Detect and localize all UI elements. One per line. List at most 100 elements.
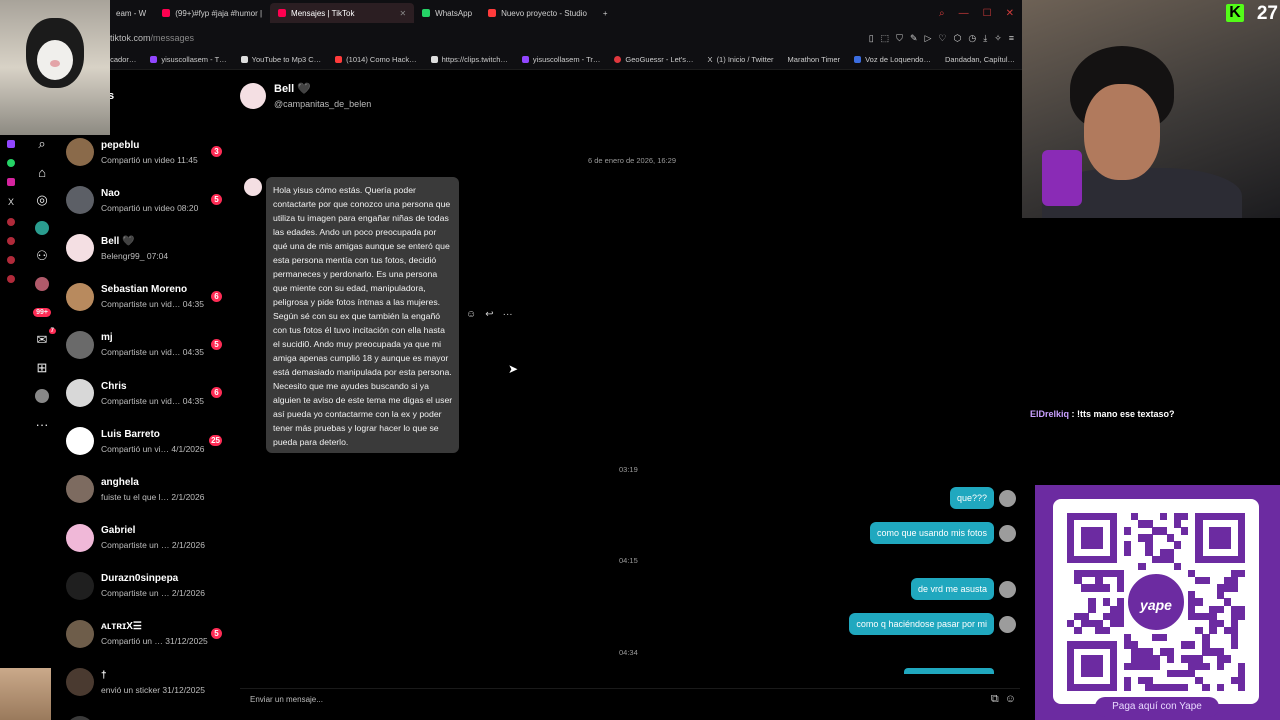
new-tab-button[interactable]: + — [595, 3, 616, 23]
clock-icon[interactable] — [7, 237, 15, 245]
conversation-preview: Compartió un … 31/12/2025 — [101, 636, 208, 647]
close-window-icon[interactable]: ✕ — [1006, 8, 1014, 19]
react-icon[interactable]: ☺ — [466, 309, 476, 320]
conversation-preview: Compartiste un vid… 04:35 — [101, 395, 204, 406]
qr-module — [1088, 534, 1096, 542]
avatar — [66, 282, 94, 311]
extensions-icon[interactable]: ⬡ — [953, 33, 961, 44]
qr-module — [1138, 520, 1146, 528]
download-icon[interactable]: ⤓ — [983, 33, 987, 44]
qr-module — [1102, 683, 1110, 692]
tab-whatsapp[interactable]: WhatsApp — [414, 3, 480, 23]
maximize-icon[interactable]: ☐ — [983, 8, 992, 19]
qr-module — [1095, 619, 1103, 628]
following-icon[interactable]: ⚇ — [26, 242, 58, 270]
incoming-message[interactable]: Hola yisus cómo estás. Quería poder cont… — [266, 177, 459, 453]
conversation-name: pepeblu — [101, 139, 140, 151]
instagram-icon[interactable] — [7, 178, 15, 186]
conversation-item[interactable]: ᴀʟᴛʀɪX☰ Compartió un … 31/12/2025 5 — [66, 610, 226, 658]
qr-module — [1102, 569, 1110, 578]
avatar[interactable] — [244, 178, 262, 196]
bookmark-item[interactable]: X (1) Inicio / Twitter — [701, 55, 781, 64]
conversation-item[interactable]: Kiki_inji — [66, 706, 226, 720]
qr-module — [1109, 513, 1118, 521]
sticker-icon[interactable]: ⧉ — [991, 693, 999, 706]
qr-module — [1088, 669, 1096, 678]
qr-module — [1138, 534, 1146, 542]
qr-module — [1109, 548, 1118, 556]
chat-text: : !tts mano ese textaso? — [1069, 409, 1175, 419]
conversation-item[interactable]: Sebastian Moreno Compartiste un vid… 04:3… — [66, 273, 226, 321]
message-composer[interactable]: Enviar un mensaje... ⧉ ☺ — [240, 688, 1020, 710]
qr-module — [1095, 662, 1103, 670]
ai-icon[interactable]: ✧ — [994, 33, 1002, 44]
search-tabs-icon[interactable]: ⌕ — [939, 8, 945, 19]
play-icon[interactable]: ▷ — [924, 33, 931, 44]
message-input[interactable]: Enviar un mensaje... — [250, 695, 323, 704]
pin-icon[interactable]: ✎ — [910, 33, 918, 44]
bookmark-item[interactable]: GeoGuessr - Let's… — [607, 55, 700, 64]
url-text[interactable]: tiktok.com/messages — [110, 33, 194, 43]
outgoing-message[interactable]: como que usando mis fotos — [869, 522, 1016, 544]
conversation-item[interactable]: † envió un sticker 31/12/2025 — [66, 658, 226, 706]
conversation-item[interactable]: mj Compartiste un vid… 04:35 5 — [66, 321, 226, 369]
bookmark-item[interactable]: Marathon Timer — [781, 55, 848, 64]
history-icon[interactable]: ◷ — [968, 33, 976, 44]
reply-icon[interactable]: ↩ — [485, 309, 493, 320]
conversation-item[interactable]: Chris Compartiste un vid… 04:35 6 — [66, 369, 226, 417]
bookmark-item[interactable]: https://clips.twitch… — [424, 55, 515, 64]
twitch-icon[interactable] — [7, 140, 15, 148]
music-icon[interactable] — [7, 218, 15, 226]
qr-module — [1102, 612, 1110, 621]
emoji-icon[interactable]: ☺ — [1005, 693, 1016, 706]
bookmark-item[interactable]: yisuscollasem - Tr… — [515, 55, 608, 64]
outgoing-message[interactable]: como q haciéndose pasar por mi — [849, 613, 1016, 635]
qr-module — [1102, 584, 1110, 592]
tab-1[interactable]: (99+)#fyp #jaja #humor | — [154, 3, 270, 23]
minimize-icon[interactable]: — — [959, 8, 969, 19]
conversation-item[interactable]: pepeblu Compartió un video 11:45 3 — [66, 128, 226, 176]
bookmark-item[interactable]: (1014) Como Hack… — [328, 55, 423, 64]
bookmark-icon[interactable]: ▯ — [869, 33, 874, 44]
outgoing-message[interactable]: que??? — [949, 487, 1016, 509]
conversation-item[interactable]: Durazn0sinpepa Compartiste un … 2/1/2026 — [66, 562, 226, 610]
bookmark-item[interactable]: Voz de Loquendo… — [847, 55, 938, 64]
outgoing-message[interactable]: de vrd me asusta — [910, 578, 1016, 600]
address-bar[interactable]: tiktok.com/messages ▯ ⬚ ⛉ ✎ ▷ ♡ ⬡ ◷ ⤓ ✧ … — [0, 26, 1022, 50]
screenshot-icon[interactable]: ⬚ — [881, 33, 890, 44]
conversation-item[interactable]: Nao Compartió un video 08:20 5 — [66, 176, 226, 224]
explore-icon[interactable]: ◎ — [26, 186, 58, 214]
qr-module — [1095, 584, 1103, 592]
settings-icon[interactable] — [7, 275, 15, 283]
bookmark-item[interactable]: YouTube to Mp3 C… — [234, 55, 329, 64]
close-tab-icon[interactable]: ✕ — [399, 9, 406, 18]
profile-icon[interactable] — [26, 382, 58, 410]
shield-icon[interactable]: ⛉ — [896, 33, 903, 44]
qr-module — [1202, 634, 1210, 642]
conversation-item[interactable]: anghela fuiste tu el que l… 2/1/2026 — [66, 465, 226, 513]
home-icon[interactable]: ⌂ — [26, 158, 58, 186]
x-icon[interactable]: X — [8, 197, 14, 207]
activity-icon[interactable]: 99+ — [26, 298, 58, 326]
conversation-item[interactable]: Gabriel Compartiste un … 2/1/2026 — [66, 514, 226, 562]
more-icon[interactable]: ··· — [503, 309, 513, 320]
bookmark-item[interactable]: yisuscollasem - T… — [143, 55, 233, 64]
upload-icon[interactable]: ⊞ — [26, 354, 58, 382]
menu-icon[interactable]: ≡ — [1009, 33, 1014, 44]
messages-icon[interactable]: ✉ 7 — [26, 326, 58, 354]
tab-0[interactable]: eam - W — [108, 3, 154, 23]
tab-tiktok-messages[interactable]: Mensajes | TikTok ✕ — [270, 3, 415, 23]
whatsapp-icon[interactable] — [7, 159, 15, 167]
live-icon[interactable] — [26, 214, 58, 242]
heart-icon[interactable]: ♡ — [938, 33, 946, 44]
profile-avatar-icon[interactable] — [26, 270, 58, 298]
conversation-item[interactable]: Bell 🖤 Belengr99_ 07:04 — [66, 224, 226, 272]
qr-module — [1095, 655, 1103, 663]
conversation-item[interactable]: Luis Barreto Compartió un vi… 4/1/2026 25 — [66, 417, 226, 465]
avatar[interactable] — [240, 82, 266, 109]
chat-header[interactable]: Bell 🖤 @campanitas_de_belen — [240, 82, 371, 109]
more-icon[interactable]: ··· — [26, 410, 58, 438]
tab-studio[interactable]: Nuevo proyecto - Studio — [480, 3, 595, 23]
bookmark-item[interactable]: Dandadan, Capítul… — [938, 55, 1022, 64]
chat-icon[interactable] — [7, 256, 15, 264]
